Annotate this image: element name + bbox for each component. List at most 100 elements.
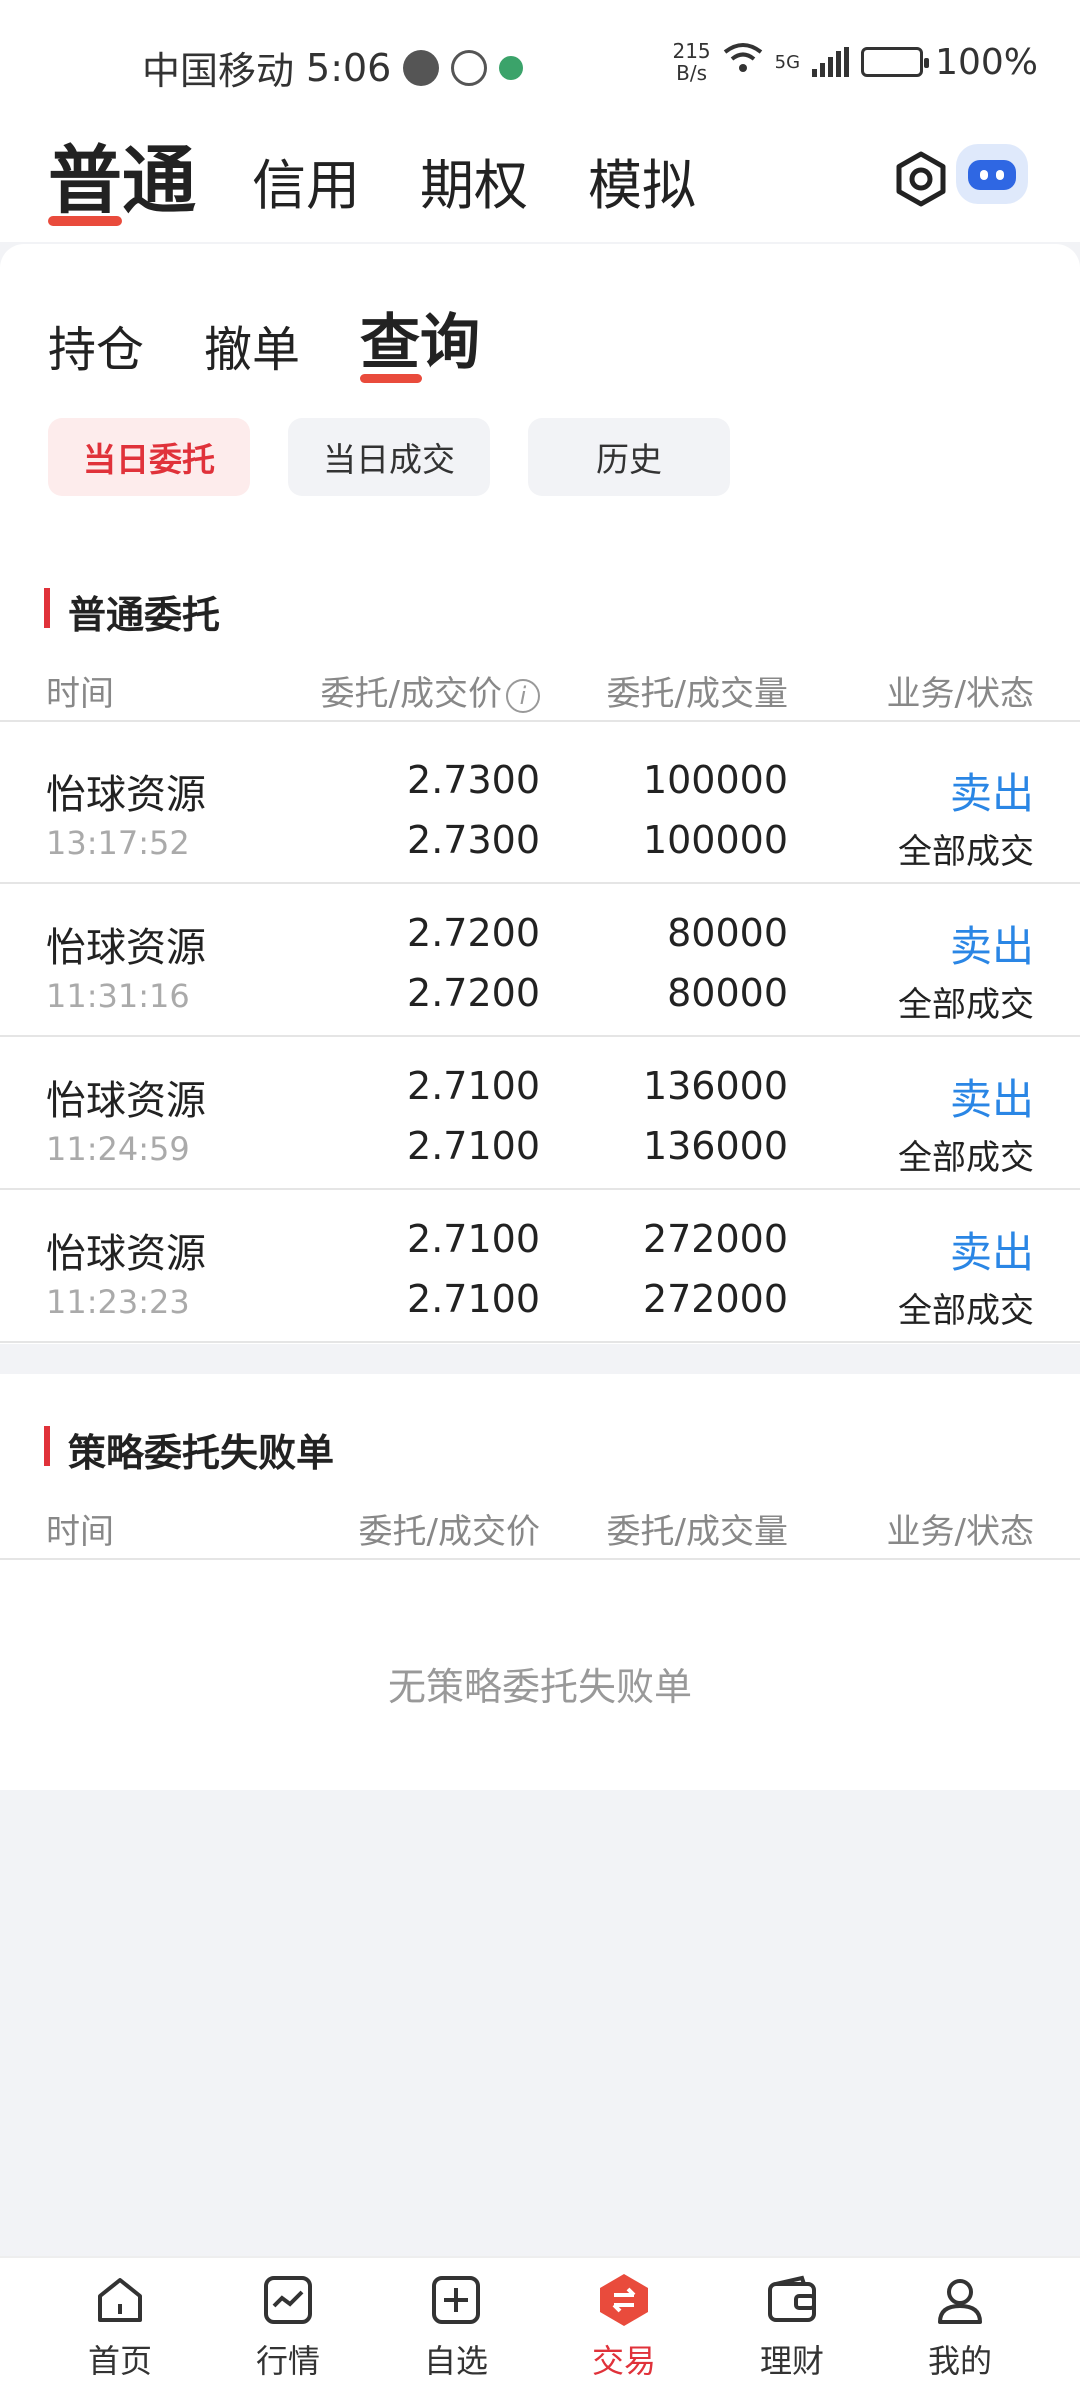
col-qty: 委托/成交量 — [606, 674, 788, 714]
stock-name: 怡球资源 — [46, 925, 206, 971]
status-label: 全部成交 — [898, 1291, 1034, 1331]
tab-normal[interactable]: 普通 — [48, 121, 196, 228]
status-left: 中国移动 5:06 — [142, 40, 524, 95]
chart-icon — [264, 2276, 312, 2324]
action-label: 卖出 — [949, 922, 1034, 971]
hand-icon — [451, 49, 488, 86]
order-time: 11:23:23 — [46, 1283, 190, 1321]
nav-watchlist[interactable]: 自选 — [386, 2272, 526, 2382]
subtab-label: 查询 — [360, 308, 480, 378]
table-row[interactable]: 怡球资源 11:23:23 2.7100 2.7100 272000 27200… — [0, 1191, 1080, 1343]
tab-credit[interactable]: 信用 — [252, 141, 360, 220]
action-label: 卖出 — [949, 1228, 1034, 1277]
status-label: 全部成交 — [898, 832, 1034, 872]
order-time: 13:17:52 — [46, 824, 190, 862]
subtab-cancel[interactable]: 撤单 — [204, 310, 300, 380]
wifi-icon — [723, 42, 763, 83]
trade-icon — [600, 2274, 648, 2326]
tab-label: 期权 — [420, 154, 528, 217]
message-icon — [403, 49, 440, 86]
battery-percent: 100% — [935, 41, 1038, 83]
signal-icon — [812, 47, 850, 77]
col-status: 业务/状态 — [886, 674, 1034, 714]
nav-label: 首页 — [87, 2342, 152, 2380]
assistant-robot-icon[interactable] — [956, 144, 1028, 204]
wallet-icon — [768, 2275, 816, 2322]
subtab-query[interactable]: 查询 — [360, 294, 480, 383]
section-title-normal-orders: 普通委托 — [44, 584, 220, 639]
nav-label: 交易 — [591, 2342, 656, 2380]
table-row[interactable]: 怡球资源 11:24:59 2.7100 2.7100 136000 13600… — [0, 1038, 1080, 1190]
battery-icon — [861, 47, 930, 77]
speed-value: 215 — [672, 39, 711, 63]
filter-history[interactable]: 历史 — [528, 418, 730, 496]
nav-profile[interactable]: 我的 — [890, 2272, 1030, 2382]
deal-price: 2.7200 — [407, 971, 540, 1015]
filter-today-orders[interactable]: 当日委托 — [48, 418, 250, 496]
order-price: 2.7100 — [407, 1217, 540, 1261]
action-label: 卖出 — [949, 1075, 1034, 1124]
col-price: 委托/成交价 i — [321, 666, 540, 715]
order-time: 11:24:59 — [46, 1130, 190, 1168]
nav-market[interactable]: 行情 — [218, 2272, 358, 2382]
col-status: 业务/状态 — [886, 1512, 1034, 1552]
add-square-icon — [432, 2276, 480, 2324]
tab-label: 普通 — [48, 138, 196, 224]
home-icon — [98, 2278, 142, 2322]
order-price: 2.7200 — [407, 911, 540, 955]
top-nav: 普通 信用 期权 模拟 — [0, 130, 1080, 242]
table-row[interactable]: 怡球资源 13:17:52 2.7300 2.7300 100000 10000… — [0, 732, 1080, 884]
tab-label: 模拟 — [588, 154, 696, 217]
nav-label: 行情 — [255, 2342, 320, 2380]
col-price: 委托/成交价 — [358, 1512, 540, 1552]
order-time: 11:31:16 — [46, 977, 190, 1015]
deal-qty: 272000 — [642, 1277, 788, 1321]
order-price: 2.7300 — [407, 758, 540, 802]
deal-price: 2.7300 — [407, 818, 540, 862]
order-qty: 136000 — [642, 1064, 788, 1108]
filter-today-deals[interactable]: 当日成交 — [288, 418, 490, 496]
order-qty: 80000 — [667, 911, 788, 955]
empty-message: 无策略委托失败单 — [387, 1665, 692, 1709]
col-price-label: 委托/成交价 — [320, 674, 502, 714]
tab-label: 信用 — [252, 154, 360, 217]
network-type: 5G — [774, 51, 801, 73]
order-price: 2.7100 — [407, 1064, 540, 1108]
nav-label: 理财 — [759, 2342, 824, 2380]
deal-qty: 100000 — [642, 818, 788, 862]
nav-finance[interactable]: 理财 — [722, 2272, 862, 2382]
subtab-label: 持仓 — [48, 322, 145, 378]
subtab-positions[interactable]: 持仓 — [48, 310, 144, 380]
section-title-strategy-failures: 策略委托失败单 — [44, 1422, 334, 1477]
subtab-label: 撤单 — [204, 322, 301, 378]
action-label: 卖出 — [949, 769, 1034, 818]
table-header: 时间 委托/成交价 委托/成交量 业务/状态 — [0, 1492, 1080, 1560]
tab-simulation[interactable]: 模拟 — [588, 141, 696, 220]
clock: 5:06 — [306, 45, 392, 90]
carrier-label: 中国移动 — [142, 49, 295, 93]
deal-qty: 136000 — [642, 1124, 788, 1168]
status-bar: 中国移动 5:06 215 B/s 5G 100% — [0, 0, 1080, 130]
table-header: 时间 委托/成交价 i 委托/成交量 业务/状态 — [0, 654, 1080, 722]
deal-price: 2.7100 — [407, 1124, 540, 1168]
status-label: 全部成交 — [898, 985, 1034, 1025]
deal-qty: 80000 — [667, 971, 788, 1015]
nav-trade[interactable]: 交易 — [554, 2272, 694, 2382]
col-time: 时间 — [46, 1512, 114, 1552]
deal-price: 2.7100 — [407, 1277, 540, 1321]
settings-icon[interactable] — [892, 150, 950, 208]
stock-name: 怡球资源 — [46, 1231, 206, 1277]
user-icon — [938, 2279, 982, 2324]
nav-label: 自选 — [423, 2342, 488, 2380]
table-row[interactable]: 怡球资源 11:31:16 2.7200 2.7200 80000 80000 … — [0, 885, 1080, 1037]
tab-options[interactable]: 期权 — [420, 141, 528, 220]
active-tab-indicator — [48, 216, 122, 226]
nav-home[interactable]: 首页 — [50, 2272, 190, 2382]
stock-name: 怡球资源 — [46, 772, 206, 818]
order-qty: 272000 — [642, 1217, 788, 1261]
status-label: 全部成交 — [898, 1138, 1034, 1178]
status-right: 215 B/s 5G 100% — [672, 40, 1038, 84]
nav-label: 我的 — [927, 2342, 992, 2380]
query-card: 持仓 撤单 查询 当日委托 当日成交 历史 普通委托 时间 委托/成交价 i 委托… — [0, 244, 1080, 1344]
info-icon[interactable]: i — [506, 678, 540, 713]
